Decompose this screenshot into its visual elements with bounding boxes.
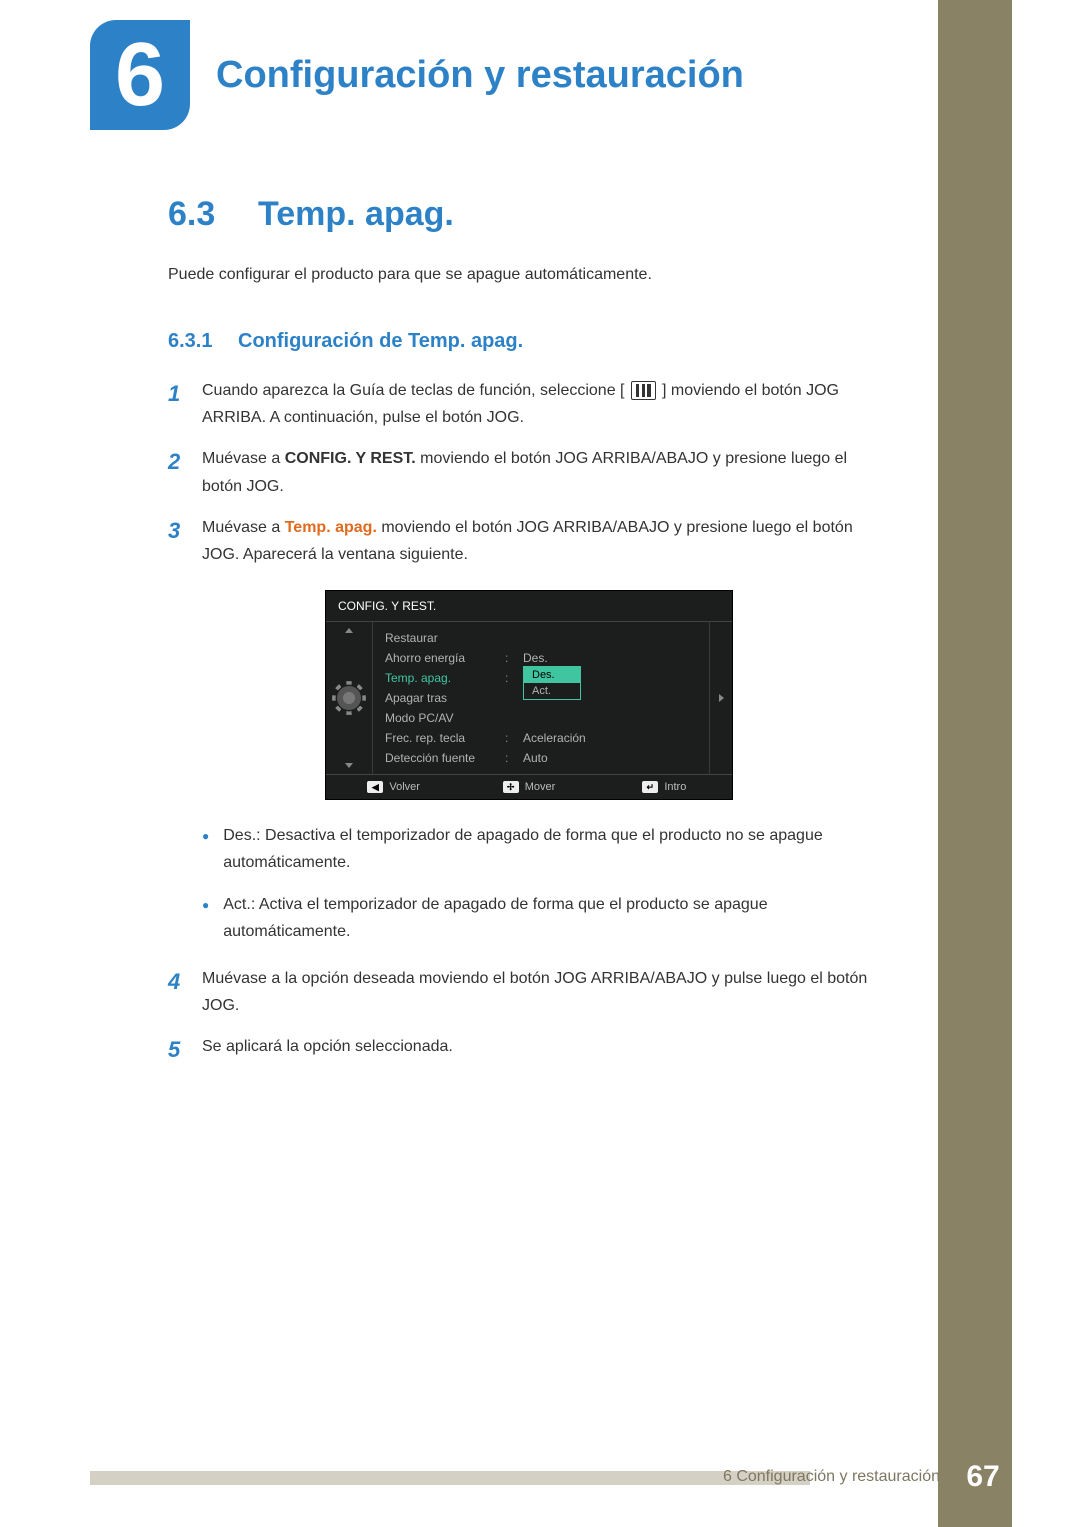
content: 6.3 Temp. apag. Puede configurar el prod… xyxy=(90,195,890,1069)
osd-body: Restaurar Ahorro energía : Des. Temp. ap… xyxy=(326,622,732,774)
bullet-text: Act.: Activa el temporizador de apagado … xyxy=(223,891,890,945)
osd-value: Aceleración xyxy=(523,731,697,745)
step-number: 4 xyxy=(168,963,202,1019)
bullet-des-bold: Des. xyxy=(223,827,256,844)
page: 6 Configuración y restauración 6.3 Temp.… xyxy=(0,0,1080,1069)
footer-chapter-label: 6 Configuración y restauración xyxy=(723,1468,940,1486)
step-text: Muévase a la opción deseada moviendo el … xyxy=(202,965,890,1019)
osd-value: Des. xyxy=(523,651,697,665)
osd-label: Modo PC/AV xyxy=(385,711,505,725)
bullet-act-text: : Activa el temporizador de apagado de f… xyxy=(223,896,767,940)
step-1: 1 Cuando aparezca la Guía de teclas de f… xyxy=(168,377,890,431)
osd-footer-move: ✢ Mover xyxy=(461,781,596,793)
osd-title: CONFIG. Y REST. xyxy=(326,591,732,622)
osd-menu: Restaurar Ahorro energía : Des. Temp. ap… xyxy=(372,622,710,774)
bullet-des-text: : Desactiva el temporizador de apagado d… xyxy=(223,827,823,871)
subsection-title: Configuración de Temp. apag. xyxy=(238,330,523,353)
osd-right-arrow-col xyxy=(710,622,732,774)
osd-label: Restaurar xyxy=(385,631,505,645)
step-3-part-a: Muévase a xyxy=(202,519,285,536)
subsection-number: 6.3.1 xyxy=(168,330,238,353)
step-2: 2 Muévase a CONFIG. Y REST. moviendo el … xyxy=(168,445,890,499)
osd-value: Auto xyxy=(523,751,697,765)
step-text: Se aplicará la opción seleccionada. xyxy=(202,1033,453,1068)
osd-figure: CONFIG. Y REST. Restaurar Ahorro energía xyxy=(168,590,890,800)
osd-label: Ahorro energía xyxy=(385,651,505,665)
osd-colon: : xyxy=(505,671,523,685)
osd-footer-back: ◀ Volver xyxy=(326,781,461,793)
page-footer: 6 Configuración y restauración 67 xyxy=(723,1455,1012,1499)
gear-icon xyxy=(337,686,361,710)
osd-row-ahorro: Ahorro energía : Des. xyxy=(373,648,709,668)
osd-label: Temp. apag. xyxy=(385,671,505,685)
step-number: 1 xyxy=(168,375,202,431)
step-3-bold: Temp. apag. xyxy=(285,519,377,536)
step-1-part-a: Cuando aparezca la Guía de teclas de fun… xyxy=(202,382,625,399)
step-number: 2 xyxy=(168,443,202,499)
chapter-title: Configuración y restauración xyxy=(216,54,744,97)
osd-dropdown-option: Act. xyxy=(524,683,580,699)
chevron-right-icon xyxy=(719,694,724,702)
osd-colon: : xyxy=(505,731,523,745)
step-4: 4 Muévase a la opción deseada moviendo e… xyxy=(168,965,890,1019)
osd-label: Apagar tras xyxy=(385,691,505,705)
back-icon: ◀ xyxy=(367,781,383,793)
step-text: Muévase a Temp. apag. moviendo el botón … xyxy=(202,514,890,568)
subsection-heading: 6.3.1 Configuración de Temp. apag. xyxy=(168,330,890,353)
section-intro: Puede configurar el producto para que se… xyxy=(168,266,890,284)
section-heading: 6.3 Temp. apag. xyxy=(168,195,890,234)
osd-panel: CONFIG. Y REST. Restaurar Ahorro energía xyxy=(325,590,733,800)
osd-dropdown: Des. Act. xyxy=(523,666,581,700)
step-2-part-a: Muévase a xyxy=(202,450,285,467)
bullet-act-bold: Act. xyxy=(223,896,251,913)
section-title: Temp. apag. xyxy=(258,195,454,234)
bullet-dot-icon: ● xyxy=(202,895,209,945)
footer-bar xyxy=(90,1471,810,1485)
step-3: 3 Muévase a Temp. apag. moviendo el botó… xyxy=(168,514,890,568)
osd-footer: ◀ Volver ✢ Mover ↵ Intro xyxy=(326,774,732,799)
osd-label: Detección fuente xyxy=(385,751,505,765)
step-number: 3 xyxy=(168,512,202,568)
osd-row-restaurar: Restaurar xyxy=(373,628,709,648)
page-number: 67 xyxy=(954,1455,1012,1499)
osd-footer-move-label: Mover xyxy=(525,781,556,793)
osd-row-deteccion: Detección fuente : Auto xyxy=(373,748,709,768)
osd-icon-column xyxy=(326,622,372,774)
option-bullets: ● Des.: Desactiva el temporizador de apa… xyxy=(202,822,890,945)
step-2-bold: CONFIG. Y REST. xyxy=(285,450,416,467)
step-text: Cuando aparezca la Guía de teclas de fun… xyxy=(202,377,890,431)
osd-row-modo-pcav: Modo PC/AV xyxy=(373,708,709,728)
osd-label: Frec. rep. tecla xyxy=(385,731,505,745)
bullet-dot-icon: ● xyxy=(202,826,209,876)
chapter-number-badge: 6 xyxy=(90,20,190,130)
menu-icon xyxy=(631,381,656,400)
osd-footer-enter: ↵ Intro xyxy=(597,781,732,793)
chevron-up-icon xyxy=(345,628,353,633)
step-number: 5 xyxy=(168,1031,202,1068)
step-text: Muévase a CONFIG. Y REST. moviendo el bo… xyxy=(202,445,890,499)
chapter-header: 6 Configuración y restauración xyxy=(90,0,890,130)
steps-list-cont: 4 Muévase a la opción deseada moviendo e… xyxy=(168,965,890,1069)
bullet-des: ● Des.: Desactiva el temporizador de apa… xyxy=(202,822,890,876)
osd-row-frec-rep: Frec. rep. tecla : Aceleración xyxy=(373,728,709,748)
section-number: 6.3 xyxy=(168,195,258,234)
chevron-down-icon xyxy=(345,763,353,768)
enter-icon: ↵ xyxy=(642,781,658,793)
bullet-text: Des.: Desactiva el temporizador de apaga… xyxy=(223,822,890,876)
osd-dropdown-selected: Des. xyxy=(524,667,580,683)
move-icon: ✢ xyxy=(503,781,519,793)
osd-colon: : xyxy=(505,751,523,765)
osd-footer-back-label: Volver xyxy=(389,781,420,793)
bullet-act: ● Act.: Activa el temporizador de apagad… xyxy=(202,891,890,945)
steps-list: 1 Cuando aparezca la Guía de teclas de f… xyxy=(168,377,890,568)
osd-footer-enter-label: Intro xyxy=(664,781,686,793)
osd-colon: : xyxy=(505,651,523,665)
step-5: 5 Se aplicará la opción seleccionada. xyxy=(168,1033,890,1068)
